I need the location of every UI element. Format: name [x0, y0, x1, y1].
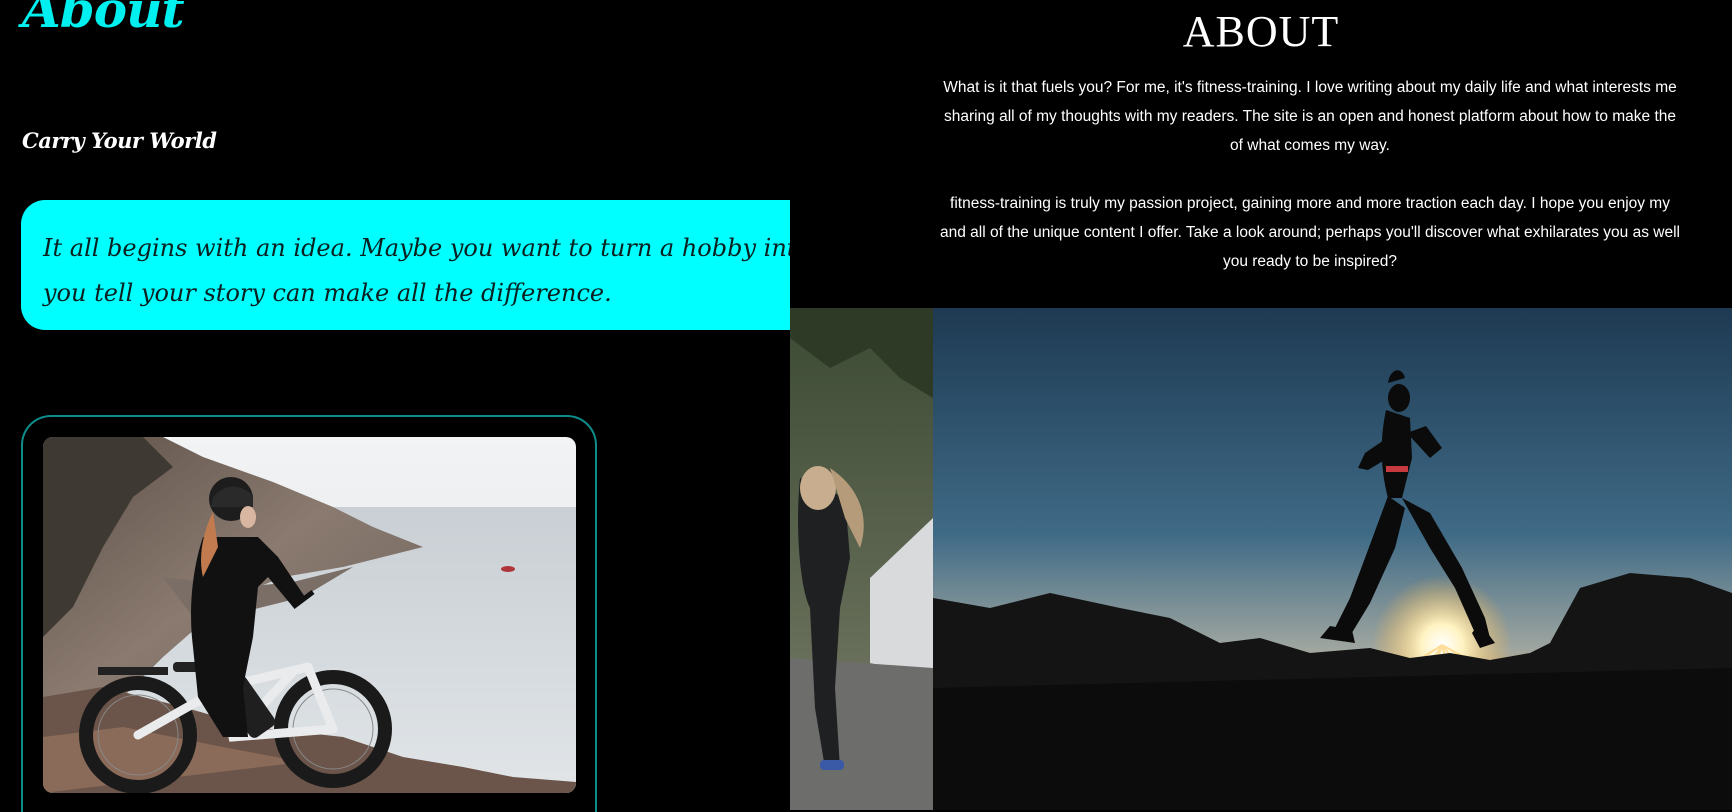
idea-text-line2: you tell your story can make all the dif… — [43, 279, 612, 307]
woman-with-ebike-photo-image — [43, 437, 576, 793]
paragraph2-line2: and all of the unique content I offer. T… — [940, 224, 1680, 241]
paragraph1-line1: What is it that fuels you? For me, it's … — [943, 79, 1677, 96]
paragraph1-line2: sharing all of my thoughts with my reade… — [943, 108, 1677, 125]
right-about-section: ABOUT What is it that fuels you? For me,… — [790, 0, 1732, 812]
tagline: Carry Your World — [22, 128, 217, 153]
woman-with-ebike-photo — [43, 437, 576, 793]
about-copy: What is it that fuels you? For me, it's … — [790, 73, 1732, 305]
runner-at-sunset-photo — [790, 308, 1732, 810]
about-title: ABOUT — [1182, 7, 1340, 56]
paragraph2-line3: you ready to be inspired? — [1222, 253, 1398, 270]
paragraph2-line1: fitness-training is truly my passion pro… — [950, 195, 1670, 212]
paragraph1-line3: of what comes my way. — [1230, 137, 1390, 154]
about-paragraph-1: What is it that fuels you? For me, it's … — [790, 73, 1732, 160]
idea-text: It all begins with an idea. Maybe you wa… — [43, 226, 790, 316]
idea-banner: It all begins with an idea. Maybe you wa… — [21, 200, 790, 330]
runner-at-sunset-photo-image — [790, 308, 1732, 810]
left-about-section: About Carry Your World It all begins wit… — [0, 0, 790, 812]
idea-text-line1: It all begins with an idea. Maybe you wa… — [43, 234, 790, 262]
about-heading: About — [22, 0, 185, 39]
about-paragraph-2: fitness-training is truly my passion pro… — [790, 189, 1732, 276]
